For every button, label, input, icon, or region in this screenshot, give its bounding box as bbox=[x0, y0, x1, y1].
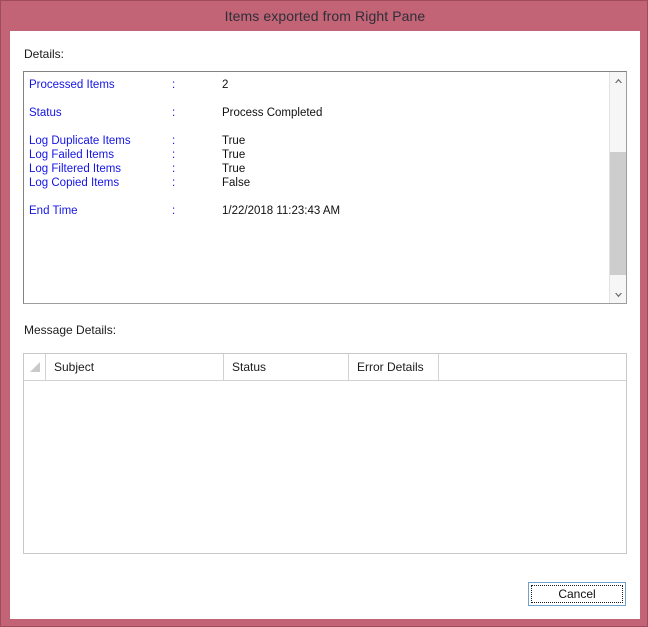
grid-body-empty bbox=[24, 381, 626, 553]
detail-separator: : bbox=[172, 106, 175, 120]
grid-header-row: Subject Status Error Details bbox=[24, 354, 626, 381]
detail-label: End Time bbox=[29, 204, 78, 218]
detail-row: Processed Items : 2 bbox=[24, 78, 610, 92]
detail-row: Log Failed Items : True bbox=[24, 148, 610, 162]
detail-separator: : bbox=[172, 204, 175, 218]
dialog-window: Items exported from Right Pane Details: … bbox=[0, 0, 648, 627]
detail-row: End Time : 1/22/2018 11:23:43 AM bbox=[24, 204, 610, 218]
detail-value: Process Completed bbox=[222, 106, 322, 120]
column-header-status[interactable]: Status bbox=[224, 354, 349, 380]
detail-row: Log Filtered Items : True bbox=[24, 162, 610, 176]
detail-row: Status : Process Completed bbox=[24, 106, 610, 120]
title-bar: Items exported from Right Pane bbox=[1, 1, 648, 31]
message-details-grid: Subject Status Error Details bbox=[23, 353, 627, 554]
details-list: Processed Items : 2 Status : Process Com… bbox=[24, 72, 610, 303]
detail-label: Processed Items bbox=[29, 78, 115, 92]
detail-row: Log Duplicate Items : True bbox=[24, 134, 610, 148]
column-header-filler bbox=[439, 354, 626, 380]
cancel-button[interactable]: Cancel bbox=[528, 582, 626, 606]
detail-label: Log Duplicate Items bbox=[29, 134, 131, 148]
cancel-button-label: Cancel bbox=[558, 587, 595, 601]
detail-value: True bbox=[222, 134, 245, 148]
detail-separator: : bbox=[172, 176, 175, 190]
window-title: Items exported from Right Pane bbox=[225, 8, 426, 24]
details-caption: Details: bbox=[24, 47, 64, 61]
message-details-caption: Message Details: bbox=[24, 323, 116, 337]
detail-separator: : bbox=[172, 78, 175, 92]
detail-separator: : bbox=[172, 162, 175, 176]
column-header-subject[interactable]: Subject bbox=[46, 354, 224, 380]
detail-value: True bbox=[222, 162, 245, 176]
detail-row: Log Copied Items : False bbox=[24, 176, 610, 190]
detail-label: Log Filtered Items bbox=[29, 162, 121, 176]
detail-separator: : bbox=[172, 134, 175, 148]
detail-value: True bbox=[222, 148, 245, 162]
detail-value: 2 bbox=[222, 78, 228, 92]
column-header-error-details[interactable]: Error Details bbox=[349, 354, 439, 380]
detail-label: Log Copied Items bbox=[29, 176, 119, 190]
detail-value: False bbox=[222, 176, 250, 190]
chevron-up-icon[interactable] bbox=[610, 72, 626, 89]
dialog-client-area: Details: Processed Items : 2 Status : Pr… bbox=[10, 31, 640, 619]
chevron-down-icon[interactable] bbox=[610, 286, 626, 303]
details-vertical-scrollbar[interactable] bbox=[609, 72, 626, 303]
detail-value: 1/22/2018 11:23:43 AM bbox=[222, 204, 340, 218]
scrollbar-thumb[interactable] bbox=[610, 152, 626, 275]
select-all-triangle-icon[interactable] bbox=[24, 354, 46, 380]
detail-separator: : bbox=[172, 148, 175, 162]
detail-label: Status bbox=[29, 106, 62, 120]
detail-label: Log Failed Items bbox=[29, 148, 114, 162]
details-panel: Processed Items : 2 Status : Process Com… bbox=[23, 71, 627, 304]
